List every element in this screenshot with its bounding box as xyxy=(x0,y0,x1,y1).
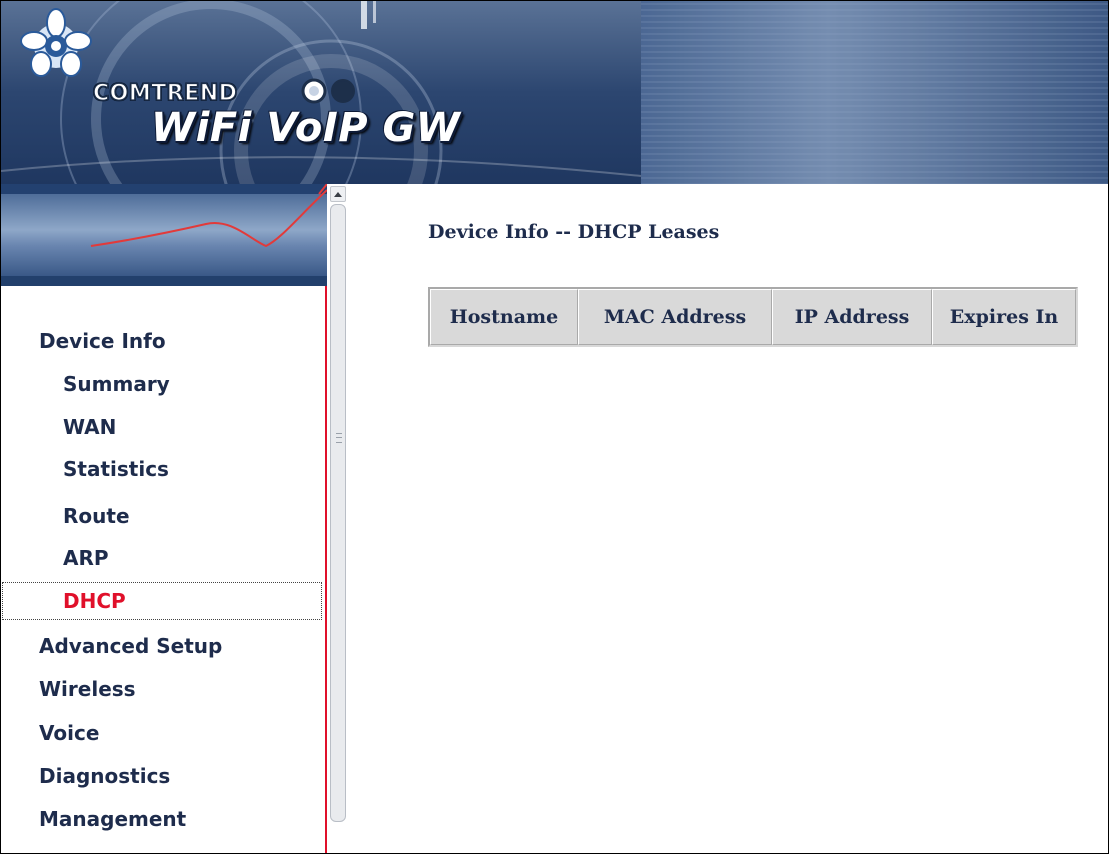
nav-item-voice[interactable]: Voice xyxy=(1,713,323,753)
column-header-ip-address: IP Address xyxy=(772,289,932,345)
header-banner: COMTREND WiFi VoIP GW xyxy=(1,1,1108,184)
scroll-thumb[interactable] xyxy=(330,204,346,822)
page-title: Device Info -- DHCP Leases xyxy=(428,221,720,243)
router-admin-page: COMTREND WiFi VoIP GW Device Info Summar… xyxy=(0,0,1109,854)
nav-item-wan[interactable]: WAN xyxy=(1,407,323,447)
nav-item-summary[interactable]: Summary xyxy=(1,364,323,404)
nav-item-diagnostics[interactable]: Diagnostics xyxy=(1,756,323,796)
table-header-row: Hostname MAC Address IP Address Expires … xyxy=(430,289,1076,345)
nav-item-arp[interactable]: ARP xyxy=(1,538,323,578)
grip-icon xyxy=(336,433,342,443)
nav-item-management[interactable]: Management xyxy=(1,799,323,839)
nav-item-advanced-setup[interactable]: Advanced Setup xyxy=(1,626,323,666)
nav-item-device-info[interactable]: Device Info xyxy=(1,321,323,361)
brand-logo-text: COMTREND xyxy=(92,80,238,106)
sidebar-nav: Device Info Summary WAN Statistics Route… xyxy=(1,286,327,853)
sidebar-scrollbar[interactable] xyxy=(330,186,348,853)
dhcp-leases-table: Hostname MAC Address IP Address Expires … xyxy=(428,287,1078,347)
nav-item-statistics[interactable]: Statistics xyxy=(1,449,323,489)
nav-item-route[interactable]: Route xyxy=(1,496,323,536)
scroll-up-button[interactable] xyxy=(330,186,346,202)
sidebar-header-graphic xyxy=(1,184,327,286)
column-header-hostname: Hostname xyxy=(430,289,578,345)
product-name: WiFi VoIP GW xyxy=(151,105,461,151)
chevron-up-icon xyxy=(334,192,342,197)
column-header-mac-address: MAC Address xyxy=(578,289,772,345)
nav-item-dhcp[interactable]: DHCP xyxy=(1,581,323,621)
column-header-expires-in: Expires In xyxy=(932,289,1076,345)
swoosh-graphic xyxy=(1,184,327,286)
nav-item-wireless[interactable]: Wireless xyxy=(1,669,323,709)
